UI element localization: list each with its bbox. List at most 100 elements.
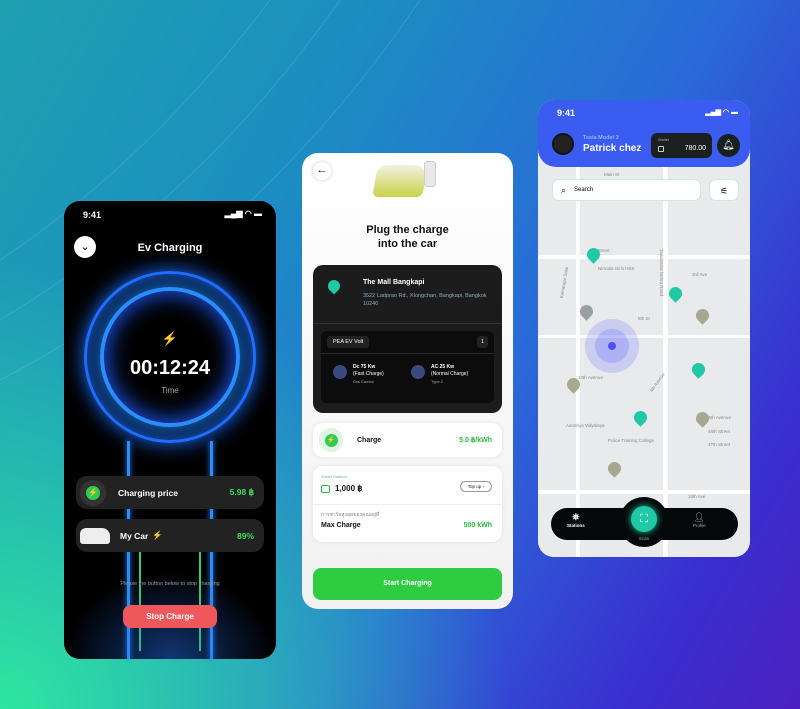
search-placeholder: Search — [574, 187, 594, 193]
wallet-icon — [321, 484, 330, 493]
stop-charge-button[interactable]: Stop Charge — [123, 605, 217, 628]
bell-icon: 🔔︎ — [722, 140, 735, 151]
car-illustration — [372, 165, 428, 197]
battery-value: 89% — [236, 530, 254, 541]
notification-button[interactable]: 🔔︎ — [717, 134, 740, 157]
street-label: Aandriya Vidyalaya — [566, 423, 605, 428]
bolt-icon: ⚡ — [86, 485, 100, 500]
street-label: 45th Avenue — [706, 415, 731, 420]
wallet-card: Wallet Balance 1,000 ฿ Top up › การชาร์จ… — [313, 466, 502, 542]
max-charge-thai: การชาร์จสูงสุดของคุณอยู่ที่ — [321, 512, 380, 518]
ev-charging-screen: 9:41 ▂▄▆ ◠ ▬ ⌄ Ev Charging ⚡ 00:12:24 Ti… — [64, 201, 276, 659]
ac-connector-icon — [411, 365, 425, 379]
scan-label: Scan — [638, 536, 650, 541]
search-icon: ⌕ — [561, 184, 567, 195]
bolt-icon: ⚡ — [152, 530, 163, 540]
charging-price-value: 5.98 ฿ — [229, 487, 254, 497]
connector-title: Dc 75 Kw — [353, 364, 376, 370]
status-time: 9:41 — [557, 108, 576, 118]
wallet-icon — [658, 146, 664, 152]
connector-type: Css Combo — [353, 379, 374, 384]
nav-profile[interactable]: 👤︎ Profile — [693, 512, 706, 528]
wallet-widget[interactable]: Wallet 780.00 — [651, 133, 712, 158]
bolt-icon: ⚡ — [324, 433, 338, 447]
charge-rate-card: ⚡ Charge 5.0 ฿/kWh — [313, 423, 502, 457]
wallet-balance: 780.00 — [684, 145, 706, 152]
scan-button[interactable]: ⛶ — [631, 506, 657, 532]
status-icons: ▂▄▆ ◠ ▬ — [224, 209, 262, 218]
street-label: Main St — [604, 172, 620, 177]
street-label: 10th Ave — [688, 494, 706, 499]
connector-subtitle: (Fast Charge) — [353, 371, 384, 377]
divider — [313, 504, 502, 505]
scan-icon: ⛶ — [640, 513, 648, 525]
max-charge-label: Max Charge — [321, 522, 361, 529]
connector-title: AC 25 Kw — [431, 364, 455, 370]
station-address: 3522 Ladprao Rd., Klongchan, Bangkapi, B… — [363, 293, 487, 307]
hint-text: Please the button below to stop charging — [120, 581, 220, 587]
my-car-label: My Car — [120, 530, 149, 541]
current-location-dot — [608, 342, 616, 350]
street-label: Police Training College — [608, 438, 655, 443]
street-label: 10th Avenue — [578, 375, 603, 380]
wallet-label: Wallet — [658, 137, 669, 142]
profile-icon: 👤︎ — [693, 512, 706, 522]
search-input[interactable]: ⌕ Search — [552, 179, 701, 201]
street-label: 3rd Ave — [692, 272, 708, 277]
page-title: Ev Charging — [137, 242, 203, 254]
street-label: 8th St — [638, 316, 650, 321]
wallet-balance: 1,000 ฿ — [335, 484, 363, 493]
nav-label: Profile — [693, 523, 706, 528]
bolt-icon: ⚡ — [161, 331, 179, 346]
divider — [321, 353, 494, 354]
sliders-icon: ⚟ — [719, 186, 729, 196]
status-time: 9:41 — [83, 210, 102, 220]
nav-label: Stations — [567, 523, 585, 528]
back-button[interactable]: ← — [313, 162, 331, 180]
street-label: Nirmala Girls HSS — [598, 266, 635, 271]
map-pin-icon: ⛯ — [572, 512, 580, 522]
dc-connector-icon — [333, 365, 347, 379]
car-model: Tesla Model 3 — [583, 135, 619, 141]
provider-badge: PEA EV Volt — [327, 336, 370, 348]
connector-type: Type 2 — [431, 379, 444, 384]
street-label: 46th Street — [708, 429, 731, 434]
charging-price-card: ⚡ Charging price 5.98 ฿ — [76, 476, 264, 509]
top-up-label: Top up — [467, 484, 482, 489]
charge-rate: 5.0 ฿/kWh — [459, 437, 492, 444]
connector-panel: PEA EV Volt 1 Dc 75 Kw (Fast Charge) Css C… — [321, 331, 494, 403]
status-icons: ▂▄▆ ◠ ▬ — [705, 109, 738, 116]
top-up-button[interactable]: Top up › — [459, 481, 492, 492]
start-charging-button[interactable]: Start Charging — [313, 568, 502, 600]
connector-count: 1 — [476, 336, 488, 348]
street-label: 47th Street — [708, 442, 731, 447]
connector-subtitle: (Normal Charge) — [431, 371, 469, 377]
station-name: The Mall Bangkapi — [363, 279, 425, 286]
station-pin-icon — [325, 277, 343, 295]
charger-illustration — [424, 161, 436, 187]
timer: 00:12:24 — [129, 357, 211, 379]
user-name: Patrick chez — [583, 143, 642, 154]
divider — [313, 323, 502, 324]
street-label: Jawaharlal Nehru Road — [659, 248, 665, 297]
filter-button[interactable]: ⚟ — [709, 179, 739, 201]
arrow-left-icon: ← — [316, 164, 328, 176]
charge-label: Charge — [357, 436, 382, 444]
avatar[interactable] — [552, 133, 574, 155]
plug-charge-screen: ← Plug the charge into the car The Mall B… — [302, 153, 513, 609]
my-car-card: My Car ⚡ 89% — [76, 519, 264, 552]
station-card: The Mall Bangkapi 3522 Ladprao Rd., Klon… — [313, 265, 502, 413]
timer-label: Time — [161, 386, 179, 395]
header: 9:41 ▂▄▆ ◠ ▬ Tesla Model 3 Patrick chez … — [538, 100, 750, 167]
page-title: Plug the charge into the car — [302, 223, 513, 251]
wallet-label: Wallet Balance — [321, 474, 348, 479]
title-line: into the car — [377, 238, 438, 250]
map-screen: Main St 5th Street 3rd Ave 8th St 10th A… — [538, 100, 750, 557]
car-image — [80, 527, 110, 544]
title-line: Plug the charge — [366, 224, 449, 236]
connector-ac[interactable]: AC 25 Kw (Normal Charge) Type 2 — [431, 364, 468, 386]
nav-stations[interactable]: ⛯ Stations — [567, 512, 585, 528]
max-charge-value: 500 kWh — [463, 522, 492, 529]
charging-price-label: Charging price — [118, 487, 178, 498]
connector-dc[interactable]: Dc 75 Kw (Fast Charge) Css Combo — [353, 364, 384, 386]
